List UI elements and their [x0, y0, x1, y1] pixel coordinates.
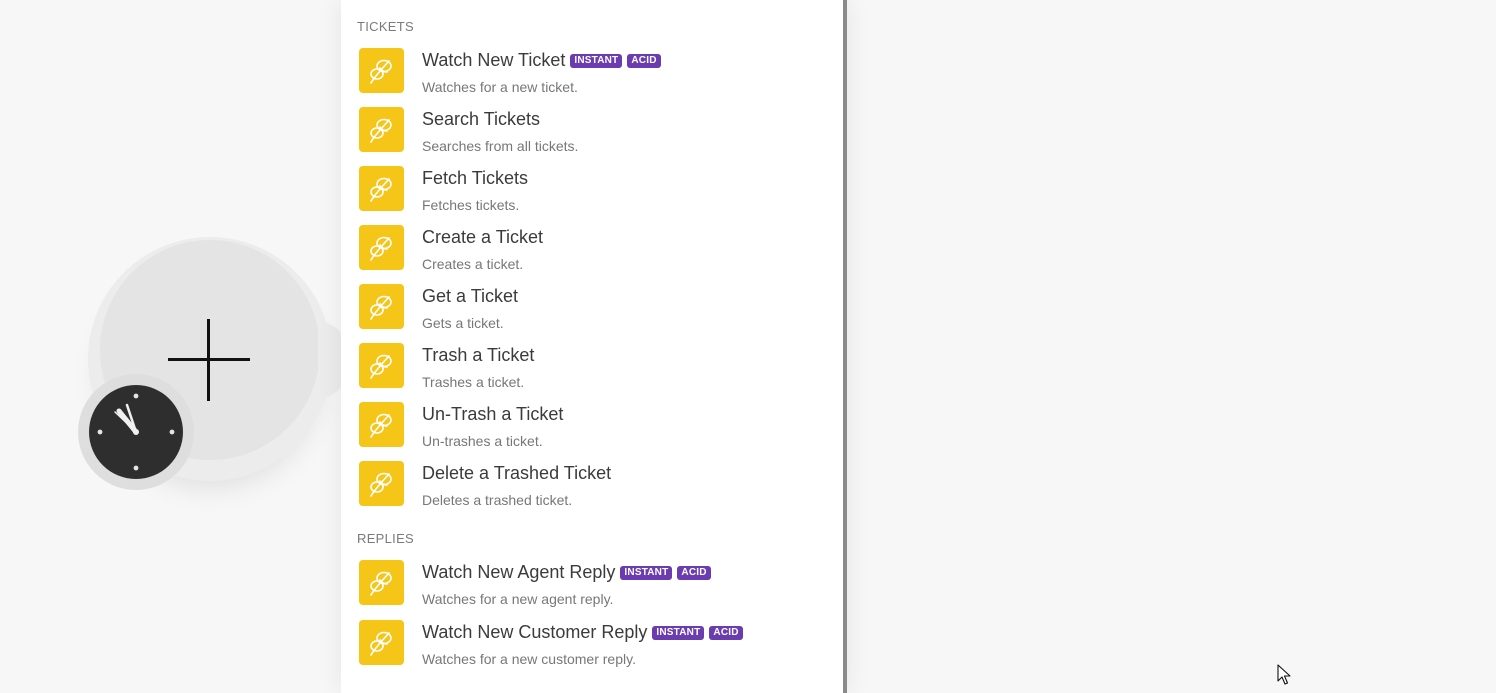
action-title-label: Trash a Ticket	[422, 345, 535, 365]
action-item[interactable]: Watch New Ticket INSTANT ACID Watches for a…	[359, 48, 829, 98]
action-item[interactable]: Get a Ticket Gets a ticket.	[359, 284, 829, 334]
app-logo-icon	[359, 225, 404, 270]
action-title-label: Watch New Ticket	[422, 50, 566, 70]
action-title-label: Delete a Trashed Ticket	[422, 463, 612, 483]
app-logo-icon	[359, 560, 404, 605]
action-description: Un-trashes a ticket.	[422, 433, 543, 449]
app-logo-icon	[359, 166, 404, 211]
action-item[interactable]: Delete a Trashed Ticket Deletes a trashed…	[359, 461, 829, 511]
action-item[interactable]: Un-Trash a Ticket Un-trashes a ticket.	[359, 402, 829, 452]
action-item[interactable]: Watch New Customer Reply INSTANT ACID Watch…	[359, 620, 829, 670]
acid-badge: ACID	[709, 626, 743, 640]
action-title: Watch New Agent Reply INSTANT ACID	[422, 562, 711, 583]
action-description: Creates a ticket.	[422, 256, 524, 272]
app-logo-icon	[359, 107, 404, 152]
action-item[interactable]: Watch New Agent Reply INSTANT ACID Watches …	[359, 560, 829, 610]
action-title: Search Tickets	[422, 109, 540, 130]
action-description: Searches from all tickets.	[422, 138, 579, 154]
action-description: Watches for a new customer reply.	[422, 651, 636, 667]
action-description: Deletes a trashed ticket.	[422, 492, 573, 508]
mouse-cursor-icon	[1277, 664, 1291, 691]
section-title-replies: REPLIES	[357, 531, 415, 546]
action-title: Un-Trash a Ticket	[422, 404, 563, 425]
action-item[interactable]: Fetch Tickets Fetches tickets.	[359, 166, 829, 216]
action-title-label: Un-Trash a Ticket	[422, 404, 564, 424]
action-title: Create a Ticket	[422, 227, 543, 248]
app-logo-icon	[359, 284, 404, 329]
module-action-list[interactable]: TICKETS Watch New Ticket INSTANT ACID Watche…	[341, 0, 847, 693]
instant-badge: INSTANT	[620, 566, 673, 580]
action-title: Fetch Tickets	[422, 168, 528, 189]
action-description: Fetches tickets.	[422, 197, 520, 213]
app-logo-icon	[359, 402, 404, 447]
action-title-label: Fetch Tickets	[422, 168, 529, 188]
action-title: Delete a Trashed Ticket	[422, 463, 611, 484]
clock-icon[interactable]	[89, 385, 183, 479]
action-title-label: Get a Ticket	[422, 286, 519, 306]
instant-badge: INSTANT	[570, 54, 623, 68]
action-title-label: Search Tickets	[422, 109, 541, 129]
action-title-label: Create a Ticket	[422, 227, 544, 247]
action-title: Trash a Ticket	[422, 345, 534, 366]
acid-badge: ACID	[627, 54, 661, 68]
acid-badge: ACID	[677, 566, 711, 580]
action-description: Watches for a new agent reply.	[422, 591, 614, 607]
instant-badge: INSTANT	[652, 626, 705, 640]
action-item[interactable]: Trash a Ticket Trashes a ticket.	[359, 343, 829, 393]
action-item[interactable]: Search Tickets Searches from all tickets.	[359, 107, 829, 157]
action-title-label: Watch New Customer Reply	[422, 622, 648, 642]
action-title-label: Watch New Agent Reply	[422, 562, 616, 582]
app-logo-icon	[359, 620, 404, 665]
action-description: Gets a ticket.	[422, 315, 504, 331]
app-logo-icon	[359, 48, 404, 93]
action-title: Watch New Ticket INSTANT ACID	[422, 50, 661, 71]
section-title-tickets: TICKETS	[357, 19, 414, 34]
app-logo-icon	[359, 343, 404, 388]
action-description: Trashes a ticket.	[422, 374, 525, 390]
action-item[interactable]: Create a Ticket Creates a ticket.	[359, 225, 829, 275]
action-title: Get a Ticket	[422, 286, 518, 307]
app-logo-icon	[359, 461, 404, 506]
action-description: Watches for a new ticket.	[422, 79, 578, 95]
action-title: Watch New Customer Reply INSTANT ACID	[422, 622, 743, 643]
scenario-canvas[interactable]: TICKETS Watch New Ticket INSTANT ACID Watche…	[0, 0, 1496, 693]
